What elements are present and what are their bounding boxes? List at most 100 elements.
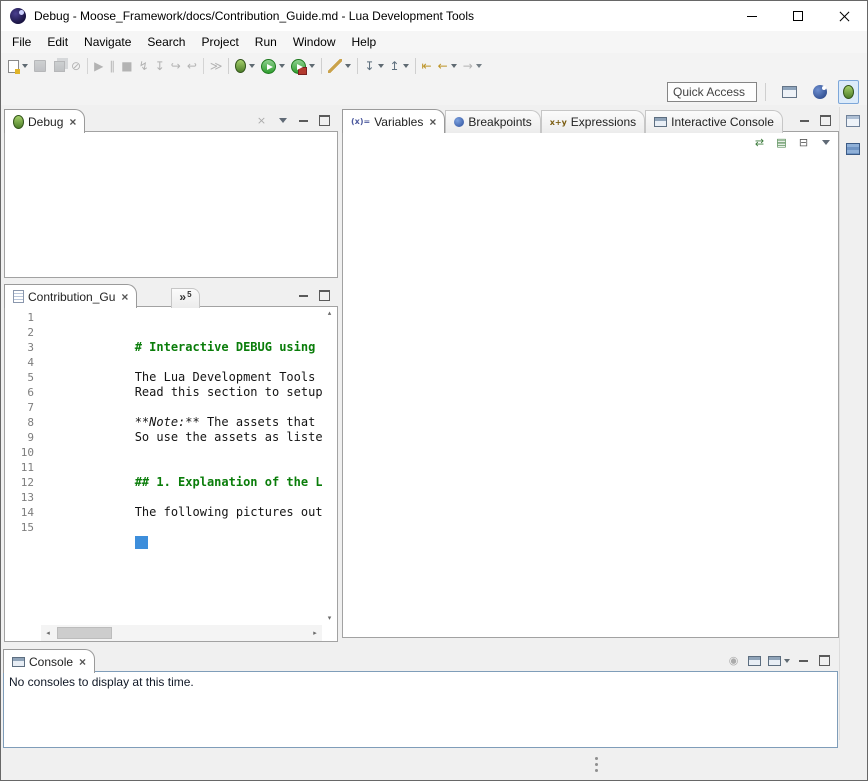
forward-icon[interactable]: → — [461, 55, 484, 77]
window-minimize-button[interactable] — [729, 1, 775, 31]
minimize-icon — [747, 16, 757, 17]
scrollbar-thumb[interactable] — [57, 627, 112, 639]
step-return-icon[interactable]: ↩ — [185, 55, 199, 77]
external-tools-icon[interactable] — [289, 55, 317, 77]
menu-item[interactable]: Edit — [39, 32, 76, 52]
dropdown-arrow-icon[interactable] — [279, 64, 285, 68]
menu-item[interactable]: Run — [247, 32, 285, 52]
minimize-view-icon[interactable] — [794, 652, 813, 669]
tab-label: Debug — [28, 115, 63, 129]
tab-interactive-console[interactable]: Interactive Console — [645, 110, 783, 133]
scroll-right-icon[interactable]: ▸ — [309, 630, 321, 637]
suspend-icon[interactable]: ∥ — [107, 55, 117, 77]
debug-perspective-icon — [843, 85, 854, 99]
line-number: 12 — [5, 475, 41, 490]
editor-tab-overflow[interactable]: »5 — [171, 288, 199, 308]
previous-annotation-icon[interactable]: ↥ — [388, 55, 411, 77]
run-icon[interactable] — [259, 55, 287, 77]
tab-breakpoints[interactable]: Breakpoints — [445, 110, 540, 133]
minimize-view-icon[interactable] — [294, 112, 313, 129]
save-icon[interactable] — [32, 55, 48, 77]
tab-close-icon[interactable]: × — [79, 656, 86, 668]
close-icon — [839, 11, 850, 22]
minimized-view-button[interactable] — [844, 140, 863, 157]
editor-horizontal-scrollbar[interactable]: ◂ ▸ — [41, 625, 322, 641]
tab-close-icon[interactable]: × — [429, 116, 436, 128]
menu-item[interactable]: Help — [344, 32, 385, 52]
minimize-view-icon[interactable] — [795, 112, 814, 129]
open-search-icon[interactable] — [319, 55, 353, 77]
debug-perspective-button[interactable] — [838, 80, 859, 104]
collapse-all-icon[interactable]: ⊟ — [794, 134, 813, 151]
minimize-view-icon[interactable] — [294, 287, 313, 304]
app-window: Debug - Moose_Framework/docs/Contributio… — [0, 0, 868, 781]
last-edit-location-icon[interactable]: ⇤ — [413, 55, 434, 77]
tab-close-icon[interactable]: × — [69, 116, 76, 128]
save-all-icon[interactable] — [50, 55, 67, 77]
debug-icon[interactable] — [226, 55, 257, 77]
view-menu-icon[interactable] — [816, 134, 835, 151]
step-into-icon[interactable]: ↧ — [153, 55, 167, 77]
dropdown-arrow-icon[interactable] — [451, 64, 457, 68]
restore-views-button[interactable] — [844, 112, 863, 129]
maximize-view-icon[interactable] — [315, 112, 334, 129]
dropdown-arrow-icon[interactable] — [249, 64, 255, 68]
file-icon — [13, 290, 24, 303]
dropdown-arrow-icon[interactable] — [378, 64, 384, 68]
dropdown-arrow-icon[interactable] — [345, 64, 351, 68]
show-logical-structure-icon[interactable]: ⇄ — [750, 134, 769, 151]
scroll-left-icon[interactable]: ◂ — [42, 630, 54, 637]
quick-access-input[interactable] — [667, 82, 757, 102]
back-icon[interactable]: ← — [436, 55, 459, 77]
maximize-view-icon[interactable] — [315, 287, 334, 304]
disconnect-icon[interactable]: ↯ — [137, 55, 151, 77]
menu-item[interactable]: Window — [285, 32, 344, 52]
menu-item[interactable]: Search — [139, 32, 193, 52]
editor-vertical-scrollbar[interactable]: ▴ ▾ — [322, 307, 337, 625]
debug-view: Debug × × — [4, 107, 338, 278]
display-selected-console-icon[interactable] — [745, 652, 764, 669]
line-number: 14 — [5, 505, 41, 520]
terminate-icon[interactable]: ■ — [119, 55, 134, 77]
menu-item[interactable]: File — [4, 32, 39, 52]
step-over-icon[interactable]: ↪ — [169, 55, 183, 77]
dropdown-arrow-icon[interactable] — [22, 64, 28, 68]
remove-all-terminated-icon[interactable]: × — [252, 112, 271, 129]
show-type-names-icon[interactable]: ▤ — [772, 134, 791, 151]
window-maximize-button[interactable] — [775, 1, 821, 31]
tab-expressions[interactable]: x+y Expressions — [541, 110, 645, 133]
open-console-icon[interactable] — [766, 652, 792, 669]
code-area[interactable]: # Interactive DEBUG using Lua Develop Th… — [41, 307, 322, 625]
maximize-view-icon[interactable] — [816, 112, 835, 129]
dropdown-arrow-icon[interactable] — [476, 64, 482, 68]
tab-label: Interactive Console — [671, 115, 774, 129]
tab-label: Contribution_Gu — [28, 290, 115, 304]
use-step-filters-icon[interactable]: ≫ — [201, 55, 225, 77]
console-body: No consoles to display at this time. — [3, 671, 838, 748]
window-close-button[interactable] — [821, 1, 867, 31]
menu-item[interactable]: Navigate — [76, 32, 139, 52]
next-annotation-icon[interactable]: ↧ — [355, 55, 385, 77]
tab-contribution-guide[interactable]: Contribution_Gu × — [4, 284, 137, 308]
tab-variables[interactable]: (x)= Variables × — [342, 109, 445, 133]
dropdown-arrow-icon[interactable] — [309, 64, 315, 68]
lua-perspective-button[interactable] — [808, 80, 832, 104]
sash-handle[interactable] — [593, 755, 600, 774]
open-perspective-button[interactable] — [777, 80, 802, 104]
dropdown-arrow-icon[interactable] — [784, 659, 790, 663]
dropdown-arrow-icon[interactable] — [403, 64, 409, 68]
tab-debug[interactable]: Debug × — [4, 109, 85, 133]
pin-console-icon[interactable]: ◉ — [724, 652, 743, 669]
line-number: 13 — [5, 490, 41, 505]
menu-item[interactable]: Project — [193, 32, 246, 52]
skip-all-breakpoints-icon[interactable]: ⊘ — [69, 55, 83, 77]
tab-close-icon[interactable]: × — [121, 291, 128, 303]
scroll-down-icon[interactable]: ▾ — [328, 615, 332, 622]
tab-icon — [12, 657, 25, 667]
maximize-view-icon[interactable] — [815, 652, 834, 669]
tab-console[interactable]: Console × — [3, 649, 95, 673]
resume-icon[interactable]: ▶ — [85, 55, 105, 77]
view-menu-icon[interactable] — [273, 112, 292, 129]
scroll-up-icon[interactable]: ▴ — [328, 310, 332, 317]
new-wizard-icon[interactable] — [6, 55, 30, 77]
